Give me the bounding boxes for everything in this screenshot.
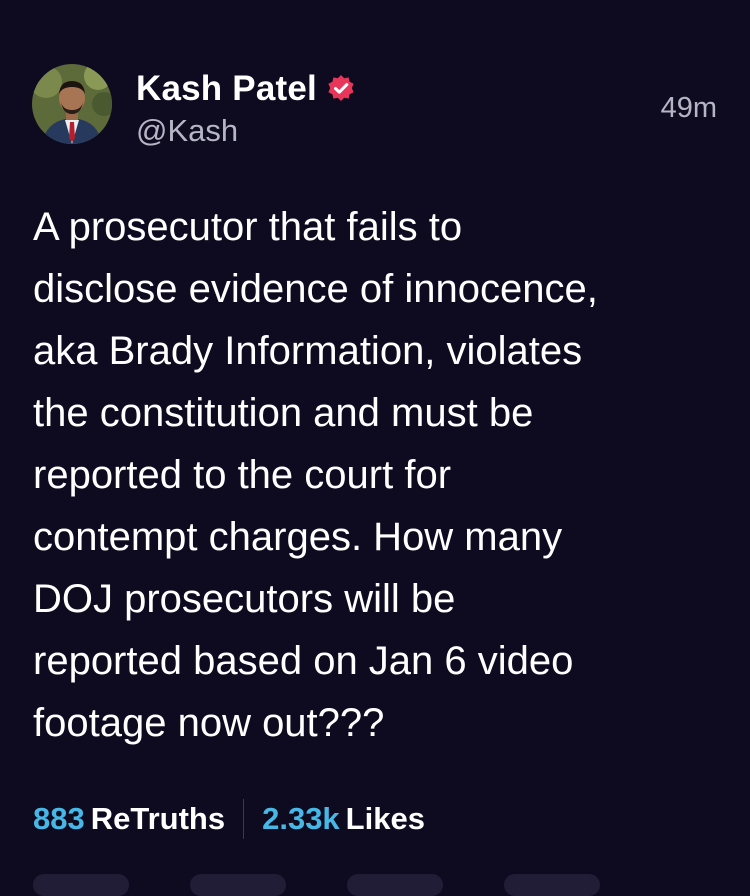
like-button[interactable]: [347, 874, 443, 896]
likes-stat[interactable]: 2.33k Likes: [262, 801, 425, 837]
avatar[interactable]: [32, 64, 112, 144]
share-button[interactable]: [504, 874, 600, 896]
verified-badge-icon: [325, 73, 357, 105]
post-stats: 883 ReTruths 2.33k Likes: [33, 796, 425, 842]
retruths-count: 883: [33, 801, 85, 836]
likes-label: Likes: [345, 801, 425, 836]
likes-count: 2.33k: [262, 801, 340, 836]
stats-divider: [243, 799, 245, 839]
avatar-image: [32, 64, 112, 144]
retruths-stat[interactable]: 883 ReTruths: [33, 801, 225, 837]
truth-post: Kash Patel @Kash 49m A prosecutor that f…: [0, 0, 750, 896]
post-body: A prosecutor that fails to disclose evid…: [33, 205, 598, 745]
reply-button[interactable]: [33, 874, 129, 896]
retruth-button[interactable]: [190, 874, 286, 896]
action-bar: [0, 874, 750, 896]
author-handle[interactable]: @Kash: [136, 113, 238, 149]
author-display-name[interactable]: Kash Patel: [136, 69, 317, 109]
author-name-row: Kash Patel: [136, 68, 357, 110]
post-timestamp[interactable]: 49m: [661, 92, 717, 125]
retruths-label: ReTruths: [90, 801, 226, 836]
